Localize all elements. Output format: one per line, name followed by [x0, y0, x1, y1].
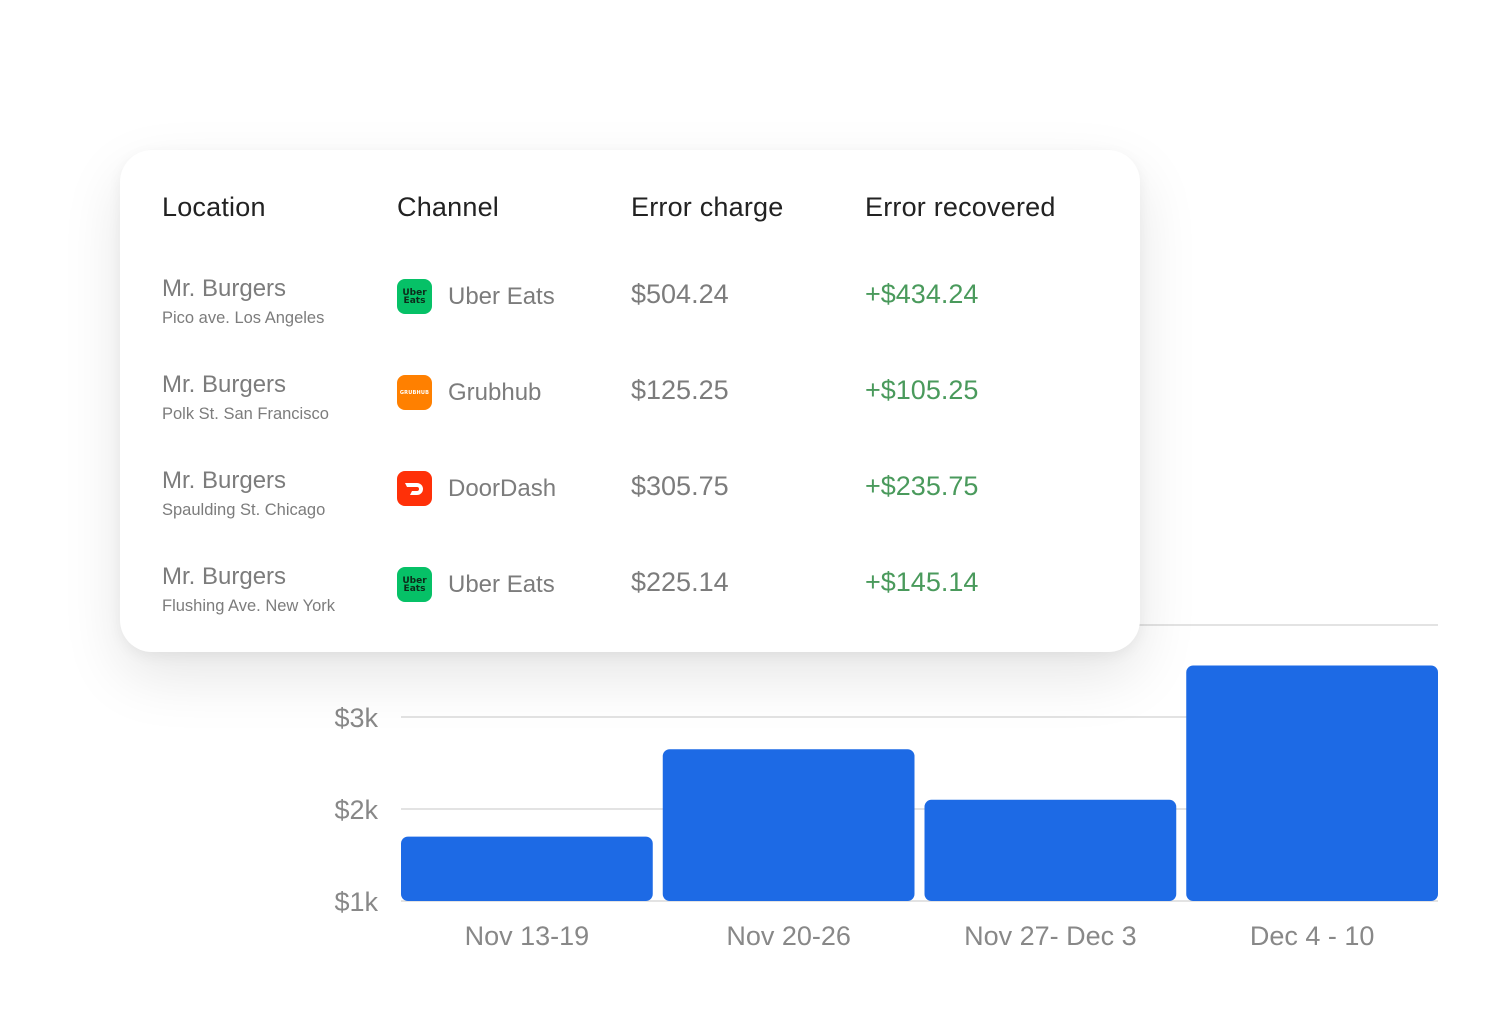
table-row[interactable]: Mr. Burgers Flushing Ave. New York Uber …	[120, 563, 1140, 659]
grubhub-logo-icon: GRUBHUB	[397, 375, 432, 410]
bar[interactable]	[401, 836, 653, 901]
error-recovered-value: +$105.25	[865, 375, 979, 405]
header-channel: Channel	[397, 192, 499, 222]
y-tick-label: $2k	[334, 795, 378, 825]
uber-eats-logo-icon: Uber Eats	[397, 567, 432, 602]
error-charge-value: $504.24	[631, 279, 729, 309]
table-row[interactable]: Mr. Burgers Pico ave. Los Angeles Uber E…	[120, 275, 1140, 371]
bar[interactable]	[662, 749, 915, 901]
error-charge-value: $125.25	[631, 375, 729, 405]
location-address: Spaulding St. Chicago	[162, 501, 326, 519]
table-row[interactable]: Mr. Burgers Spaulding St. Chicago DoorDa…	[120, 467, 1140, 563]
uber-logo-text-line2: Eats	[403, 295, 426, 306]
x-tick-label: Nov 27- Dec 3	[964, 921, 1137, 951]
error-recovered-value: +$145.14	[865, 567, 979, 597]
location-address: Flushing Ave. New York	[162, 597, 336, 615]
x-tick-label: Nov 20-26	[726, 921, 851, 951]
channel-name: Grubhub	[448, 379, 542, 406]
location-name: Mr. Burgers	[162, 563, 287, 590]
y-tick-label: $3k	[334, 703, 378, 733]
x-tick-label: Dec 4 - 10	[1250, 921, 1375, 951]
uber-eats-logo-icon: Uber Eats	[397, 279, 432, 314]
location-name: Mr. Burgers	[162, 467, 287, 494]
error-recovered-value: +$434.24	[865, 279, 979, 309]
location-address: Polk St. San Francisco	[162, 405, 329, 423]
error-charge-value: $225.14	[631, 567, 729, 597]
header-error-recovered: Error recovered	[865, 192, 1056, 222]
channel-name: DoorDash	[448, 475, 557, 502]
location-name: Mr. Burgers	[162, 371, 287, 398]
channel-name: Uber Eats	[448, 283, 555, 310]
doordash-dash-icon	[404, 482, 423, 495]
y-tick-label: $1k	[334, 887, 378, 917]
header-error-charge: Error charge	[631, 192, 784, 222]
channel-name: Uber Eats	[448, 571, 555, 598]
error-recovered-value: +$235.75	[865, 471, 979, 501]
uber-logo-text-line2: Eats	[403, 583, 426, 594]
bar[interactable]	[1186, 665, 1438, 901]
header-location: Location	[162, 192, 266, 222]
x-tick-label: Nov 13-19	[465, 921, 590, 951]
stage: $1k $2k $3k Nov 13-19 Nov 20-26 Nov 27- Dec …	[0, 0, 1500, 1032]
grubhub-logo-text: GRUBHUB	[399, 389, 430, 396]
table-row[interactable]: Mr. Burgers Polk St. San Francisco GRUBH…	[120, 371, 1140, 467]
location-address: Pico ave. Los Angeles	[162, 309, 325, 327]
location-name: Mr. Burgers	[162, 275, 287, 302]
error-table-card: Location Channel Error charge Error reco…	[120, 150, 1140, 652]
doordash-logo-icon	[397, 471, 432, 506]
error-charge-value: $305.75	[631, 471, 729, 501]
bar[interactable]	[924, 799, 1177, 901]
